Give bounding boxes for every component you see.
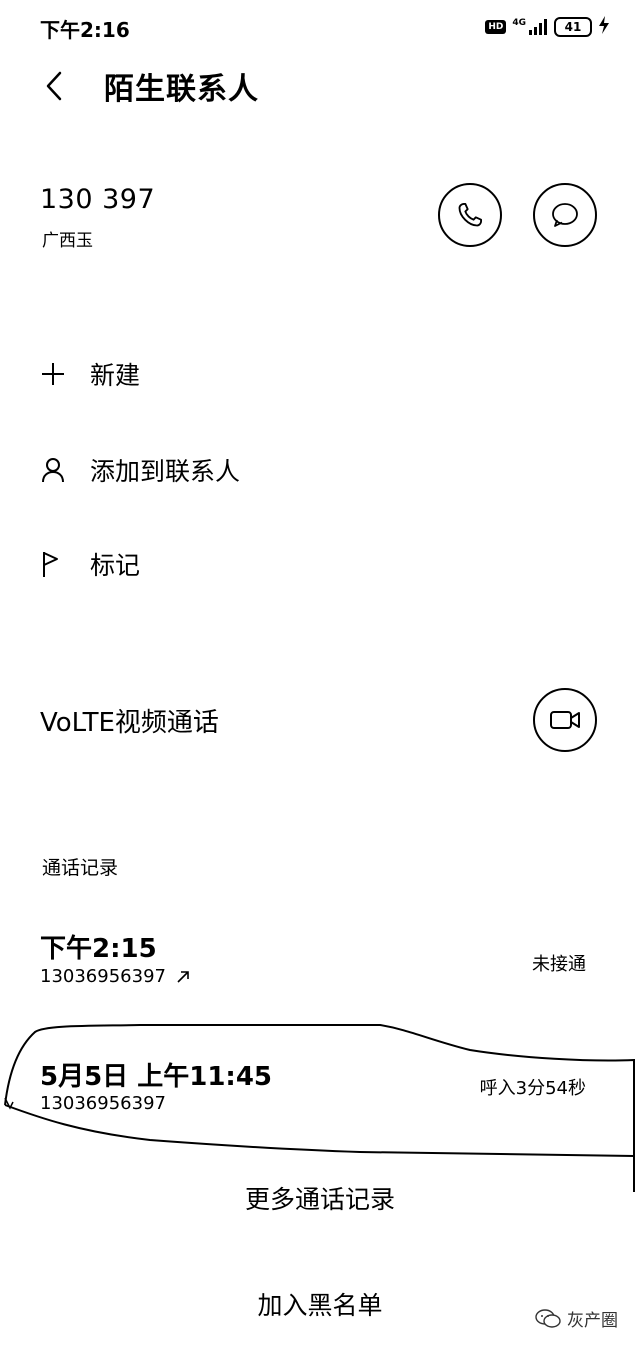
action-label-new: 新建 <box>90 361 141 390</box>
wechat-icon <box>535 1308 561 1328</box>
call-log-number: 13036956397 <box>40 1093 166 1114</box>
message-button[interactable] <box>533 183 597 247</box>
volte-video-call-label: VoLTE视频通话 <box>40 708 219 738</box>
call-log-number: 13036956397 <box>40 966 166 987</box>
call-log-number-row: 13036956397 <box>40 966 190 987</box>
new-contact-button[interactable]: 新建 <box>40 350 140 398</box>
chevron-left-icon <box>46 71 62 101</box>
action-label-add-contact: 添加到联系人 <box>90 457 241 486</box>
person-icon <box>40 456 80 484</box>
call-log-time: 5月5日 上午11:45 <box>40 1062 272 1092</box>
status-time: 下午2:16 <box>40 18 130 42</box>
action-label-mark: 标记 <box>90 551 141 580</box>
phone-icon <box>458 202 483 227</box>
charging-icon <box>598 16 610 38</box>
outgoing-call-arrow-icon <box>177 970 189 983</box>
page-title: 陌生联系人 <box>104 72 259 107</box>
flag-icon <box>40 550 80 578</box>
call-log-status: 呼入3分54秒 <box>479 1078 586 1099</box>
network-type-label: 4G <box>512 18 526 28</box>
status-icons: HD 4G 41 <box>485 14 610 40</box>
watermark: 灰产圈 <box>535 1306 618 1331</box>
more-call-history-button[interactable]: 更多通话记录 <box>0 1180 640 1216</box>
volte-video-call-button[interactable] <box>533 688 597 752</box>
watermark-text: 灰产圈 <box>567 1311 618 1331</box>
mark-button[interactable]: 标记 <box>40 540 140 588</box>
chat-bubble-icon <box>552 203 578 227</box>
contact-location: 广西玉 <box>42 231 93 251</box>
battery-indicator: 41 <box>554 17 592 37</box>
call-log-section-title: 通话记录 <box>42 857 119 879</box>
plus-icon <box>40 361 80 387</box>
call-log-status: 未接通 <box>532 954 586 975</box>
hd-badge: HD <box>485 20 507 34</box>
call-log-time: 下午2:15 <box>40 934 157 964</box>
contact-phone-number: 130 397 <box>40 184 156 215</box>
video-camera-icon <box>550 711 580 729</box>
back-button[interactable] <box>36 66 72 106</box>
call-log-entry[interactable]: 下午2:15 13036956397 未接通 <box>0 928 640 1008</box>
call-button[interactable] <box>438 183 502 247</box>
add-to-contacts-button[interactable]: 添加到联系人 <box>40 446 240 494</box>
call-log-entry[interactable]: 5月5日 上午11:45 13036956397 呼入3分54秒 <box>0 1056 640 1126</box>
signal-icon: 4G <box>512 19 548 35</box>
